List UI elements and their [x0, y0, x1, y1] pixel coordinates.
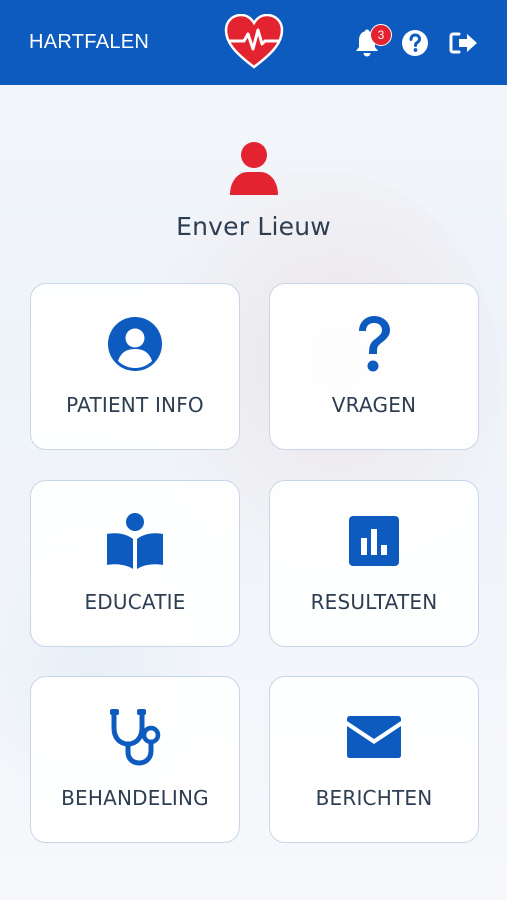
help-icon[interactable] [400, 28, 430, 58]
bar-chart-icon [270, 511, 478, 571]
tile-berichten[interactable]: BERICHTEN [269, 676, 479, 843]
user-icon [228, 141, 280, 197]
envelope-icon [270, 707, 478, 767]
user-circle-icon [31, 314, 239, 374]
app-title: HARTFALEN [29, 31, 150, 53]
heart-pulse-icon [224, 13, 284, 70]
question-icon [270, 314, 478, 374]
tile-label: PATIENT INFO [66, 393, 204, 417]
tile-label: VRAGEN [331, 393, 417, 417]
tile-patient-info[interactable]: PATIENT INFO [30, 283, 240, 450]
tile-label: EDUCATIE [84, 590, 186, 614]
stethoscope-icon [31, 707, 239, 767]
tile-vragen[interactable]: VRAGEN [269, 283, 479, 450]
logout-icon[interactable] [449, 28, 479, 58]
user-name: Enver Lieuw [176, 212, 331, 241]
tile-label: RESULTATEN [310, 590, 438, 614]
tile-label: BERICHTEN [315, 786, 433, 810]
tile-behandeling[interactable]: BEHANDELING [30, 676, 240, 843]
notification-badge: 3 [370, 24, 392, 46]
app-header: HARTFALEN 3 [0, 0, 507, 85]
tile-resultaten[interactable]: RESULTATEN [269, 480, 479, 647]
tile-educatie[interactable]: EDUCATIE [30, 480, 240, 647]
tile-label: BEHANDELING [61, 786, 209, 810]
app-screen: HARTFALEN 3 Enver Lieuw PATIENT INFO VRA… [0, 0, 507, 900]
reader-book-icon [31, 511, 239, 571]
